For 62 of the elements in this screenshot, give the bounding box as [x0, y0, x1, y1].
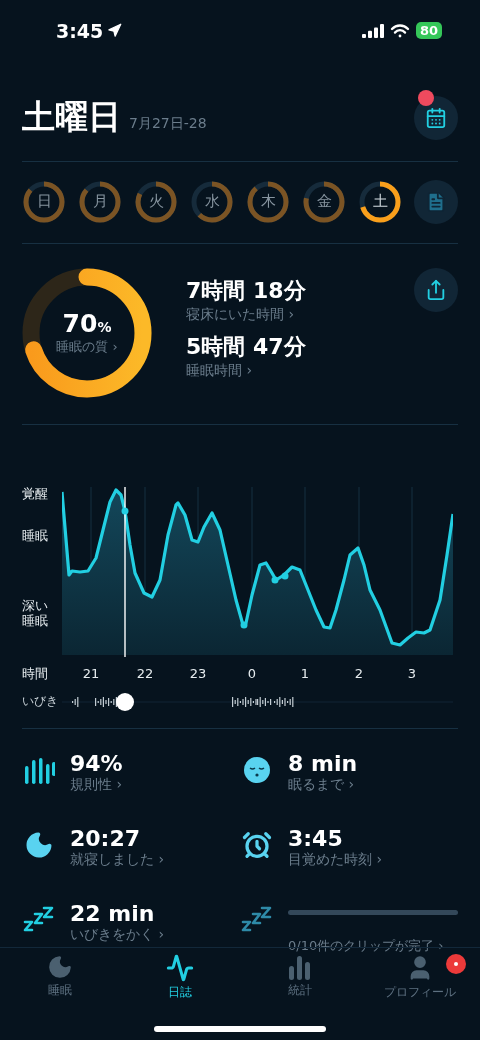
day-button[interactable]: 日	[22, 179, 66, 224]
day-button[interactable]: 木	[246, 179, 290, 224]
stat-value: 3:45	[288, 826, 344, 852]
stat-link[interactable]: 眠るまで ›	[288, 776, 458, 795]
stat-link[interactable]: 目覚めた時刻 ›	[288, 851, 458, 870]
duration-value: 5時間 47分	[186, 332, 307, 361]
report-button[interactable]	[414, 179, 458, 224]
quality-link[interactable]: 睡眠の質 ›	[56, 338, 118, 357]
day-title: 土曜日	[22, 96, 121, 139]
stat-value: 8 min	[288, 751, 359, 777]
axis-label: 深い睡眠	[22, 598, 49, 629]
tab[interactable]: 統計	[240, 954, 360, 1013]
stat-link[interactable]: 就寝しました ›	[70, 851, 240, 870]
share-button[interactable]	[414, 267, 458, 312]
stat-value: 94%	[70, 751, 124, 777]
axis-label: 時間	[22, 664, 49, 683]
time-tick: 3	[407, 665, 417, 681]
signal-icon	[361, 23, 384, 38]
time-tick: 2	[354, 665, 364, 681]
axis-label: 覚醒	[22, 486, 49, 502]
day-button[interactable]: 水	[190, 179, 234, 224]
date-range: 7月27日-28	[129, 114, 207, 133]
battery-level: 80	[415, 22, 442, 40]
stat-link[interactable]: 規則性 ›	[70, 776, 240, 795]
day-button[interactable]: 火	[134, 179, 178, 224]
stat-value: 22 min	[70, 901, 156, 927]
duration-link[interactable]: 睡眠時間 ›	[186, 361, 414, 380]
time-tick: 21	[82, 665, 100, 681]
tab[interactable]: 日誌	[120, 954, 240, 1013]
time-tick: 22	[136, 665, 154, 681]
alarm-clock-icon	[242, 830, 272, 861]
tab[interactable]: 睡眠	[0, 954, 120, 1013]
event-point	[271, 576, 279, 584]
time-tick: 23	[189, 665, 207, 681]
bar-chart-icon	[287, 954, 313, 981]
location-arrow-icon	[107, 23, 123, 39]
time-tick: 1	[300, 665, 310, 681]
clock: 3:45	[56, 19, 104, 42]
day-button[interactable]: 土	[358, 179, 402, 224]
snore-label: いびき	[22, 693, 59, 711]
sleeping-face-icon	[243, 756, 271, 785]
event-point	[281, 572, 289, 580]
quality-score: 70%	[62, 309, 112, 339]
tab[interactable]: プロフィール	[360, 954, 480, 1013]
event-point	[240, 621, 248, 629]
moon-icon	[47, 954, 73, 981]
event-point	[121, 507, 129, 515]
stat-value: 20:27	[70, 826, 142, 852]
stat-link[interactable]: いびきをかく ›	[70, 926, 240, 945]
day-button[interactable]: 月	[78, 179, 122, 224]
axis-label: 睡眠	[22, 528, 49, 544]
playhead-handle[interactable]	[116, 692, 134, 711]
time-tick: 0	[247, 665, 257, 681]
calendar-button[interactable]	[414, 95, 458, 140]
bars-icon	[23, 756, 55, 785]
calendar-icon	[425, 106, 447, 129]
share-icon	[425, 278, 447, 301]
duration-value: 7時間 18分	[186, 276, 307, 305]
wifi-icon	[389, 23, 410, 38]
day-button[interactable]: 金	[302, 179, 346, 224]
duration-link[interactable]: 寝床にいた時間 ›	[186, 305, 414, 324]
pulse-wave-icon	[166, 954, 194, 983]
